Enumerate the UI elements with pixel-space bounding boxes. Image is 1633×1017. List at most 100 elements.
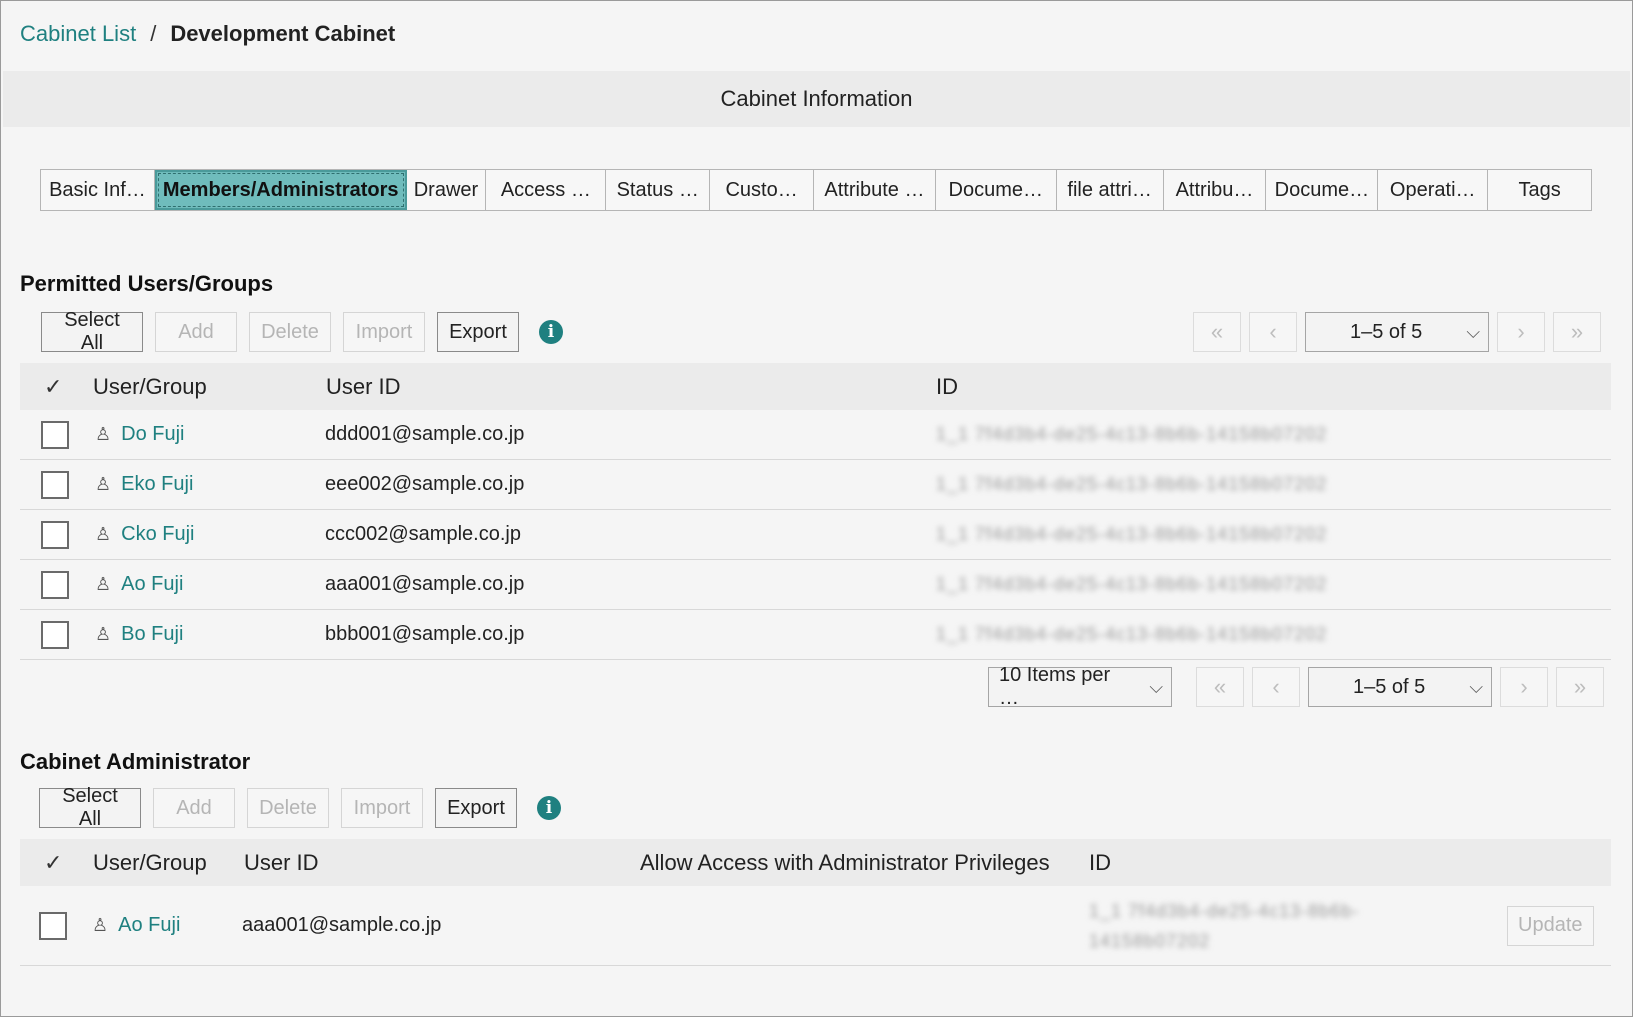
- user-name-link[interactable]: Bo Fuji: [121, 623, 183, 646]
- chevron-down-icon: ⌵: [1469, 676, 1483, 697]
- column-user-id[interactable]: User ID: [244, 850, 319, 876]
- page-range-select[interactable]: 1–5 of 5 ⌵: [1305, 312, 1489, 352]
- items-per-page-label: 10 Items per …: [999, 664, 1111, 709]
- user-icon: ♙: [95, 424, 112, 444]
- items-per-page-select[interactable]: 10 Items per … ⌵: [988, 664, 1172, 709]
- user-name-link[interactable]: Do Fuji: [121, 423, 184, 446]
- row-checkbox[interactable]: [41, 470, 69, 499]
- user-name-link[interactable]: Ao Fuji: [118, 914, 180, 937]
- permitted-users-table: ✓ User/Group User ID ID ♙ Do Fuji ddd001…: [20, 363, 1611, 660]
- breadcrumb: Cabinet List / Development Cabinet: [20, 21, 395, 47]
- double-chevron-left-icon[interactable]: «: [1193, 312, 1241, 352]
- user-icon: ♙: [95, 524, 112, 544]
- double-chevron-right-icon[interactable]: »: [1556, 667, 1604, 707]
- user-id-cell: ddd001@sample.co.jp: [325, 423, 525, 445]
- page-range-select[interactable]: 1–5 of 5 ⌵: [1308, 667, 1492, 707]
- admin-toolbar: Select All Add Delete Import Export i: [39, 785, 561, 830]
- chevron-left-icon[interactable]: ‹: [1252, 667, 1300, 707]
- column-id[interactable]: ID: [936, 374, 958, 400]
- column-user-group[interactable]: User/Group: [93, 850, 207, 876]
- user-id-cell: aaa001@sample.co.jp: [325, 573, 525, 595]
- info-icon[interactable]: i: [539, 320, 563, 344]
- chevron-down-icon: ⌵: [1149, 676, 1163, 697]
- user-icon: ♙: [92, 915, 109, 935]
- user-name-link[interactable]: Cko Fuji: [121, 523, 194, 546]
- row-checkbox[interactable]: [41, 520, 69, 549]
- id-cell: 1_1 7f4d3b4-de25-4c13-8b6b-14158b07202: [936, 474, 1328, 494]
- column-user-group[interactable]: User/Group: [93, 374, 207, 400]
- permitted-users-groups-title: Permitted Users/Groups: [20, 271, 274, 296]
- export-button[interactable]: Export: [437, 312, 519, 352]
- permitted-pager-top: « ‹ 1–5 of 5 ⌵ › »: [1193, 312, 1601, 352]
- table-row: ♙ Cko Fuji ccc002@sample.co.jp 1_1 7f4d3…: [20, 510, 1611, 560]
- chevron-right-icon[interactable]: ›: [1497, 312, 1545, 352]
- page-range-label: 1–5 of 5: [1353, 675, 1426, 698]
- tab-status[interactable]: Status …: [606, 170, 711, 210]
- chevron-right-icon[interactable]: ›: [1500, 667, 1548, 707]
- cabinet-information-title: Cabinet Information: [720, 86, 913, 111]
- tab-attribute[interactable]: Attribute …: [814, 170, 936, 210]
- tab-document-1[interactable]: Docume…: [936, 170, 1057, 210]
- id-cell: 1_1 7f4d3b4-de25-4c13-8b6b-14158b07202: [936, 624, 1328, 644]
- user-name-link[interactable]: Eko Fuji: [121, 473, 193, 496]
- table-header: ✓ User/Group User ID Allow Access with A…: [20, 839, 1611, 886]
- permitted-pager-bottom: 10 Items per … ⌵ « ‹ 1–5 of 5 ⌵ › »: [988, 664, 1604, 709]
- cabinet-information-header: Cabinet Information: [3, 71, 1630, 127]
- row-checkbox[interactable]: [41, 620, 69, 649]
- tab-document-2[interactable]: Docume…: [1266, 170, 1379, 210]
- row-checkbox[interactable]: [41, 570, 69, 599]
- checkmark-icon[interactable]: ✓: [44, 850, 62, 876]
- double-chevron-right-icon[interactable]: »: [1553, 312, 1601, 352]
- update-button[interactable]: Update: [1507, 905, 1594, 946]
- import-button[interactable]: Import: [343, 312, 425, 352]
- tab-members-administrators[interactable]: Members/Administrators: [154, 170, 407, 210]
- tab-basic-info[interactable]: Basic Inf…: [41, 170, 155, 210]
- double-chevron-left-icon[interactable]: «: [1196, 667, 1244, 707]
- tab-attribute-2[interactable]: Attribu…: [1164, 170, 1267, 210]
- id-cell: 1_1 7f4d3b4-de25-4c13-8b6b- 14158b07202: [1089, 896, 1359, 956]
- id-cell: 1_1 7f4d3b4-de25-4c13-8b6b-14158b07202: [936, 424, 1328, 444]
- select-all-button[interactable]: Select All: [41, 309, 143, 354]
- column-user-id[interactable]: User ID: [326, 374, 401, 400]
- tab-file-attribute[interactable]: file attri…: [1057, 170, 1164, 210]
- user-id-cell: ccc002@sample.co.jp: [325, 523, 521, 545]
- import-button[interactable]: Import: [341, 788, 423, 828]
- cabinet-administrator-title: Cabinet Administrator: [20, 749, 251, 774]
- table-row: ♙ Bo Fuji bbb001@sample.co.jp 1_1 7f4d3b…: [20, 610, 1611, 660]
- user-icon: ♙: [95, 474, 112, 494]
- id-cell: 1_1 7f4d3b4-de25-4c13-8b6b-14158b07202: [936, 574, 1328, 594]
- page-range-label: 1–5 of 5: [1350, 320, 1423, 343]
- tab-tags[interactable]: Tags: [1488, 170, 1591, 210]
- delete-button[interactable]: Delete: [247, 788, 329, 828]
- row-checkbox[interactable]: [39, 911, 67, 940]
- id-line-1: 1_1 7f4d3b4-de25-4c13-8b6b-: [1089, 900, 1360, 921]
- user-icon: ♙: [95, 624, 112, 644]
- table-header: ✓ User/Group User ID ID: [20, 363, 1611, 410]
- export-button[interactable]: Export: [435, 788, 517, 828]
- user-id-cell: bbb001@sample.co.jp: [325, 623, 525, 645]
- add-button[interactable]: Add: [155, 312, 237, 352]
- tab-operation[interactable]: Operati…: [1378, 170, 1489, 210]
- user-id-cell: eee002@sample.co.jp: [325, 473, 525, 495]
- tab-drawer[interactable]: Drawer: [407, 170, 487, 210]
- table-row: ♙ Eko Fuji eee002@sample.co.jp 1_1 7f4d3…: [20, 460, 1611, 510]
- column-id[interactable]: ID: [1089, 850, 1111, 876]
- add-button[interactable]: Add: [153, 788, 235, 828]
- chevron-down-icon: ⌵: [1466, 321, 1480, 342]
- table-row: ♙ Ao Fuji aaa001@sample.co.jp 1_1 7f4d3b…: [20, 560, 1611, 610]
- chevron-left-icon[interactable]: ‹: [1249, 312, 1297, 352]
- breadcrumb-cabinet-list-link[interactable]: Cabinet List: [20, 21, 136, 47]
- user-id-cell: aaa001@sample.co.jp: [242, 914, 442, 936]
- select-all-button[interactable]: Select All: [39, 785, 141, 830]
- user-name-link[interactable]: Ao Fuji: [121, 573, 183, 596]
- column-allow-access[interactable]: Allow Access with Administrator Privileg…: [640, 850, 1050, 876]
- id-line-2: 14158b07202: [1089, 930, 1211, 951]
- permitted-toolbar: Select All Add Delete Import Export i: [41, 309, 563, 354]
- tab-access[interactable]: Access …: [486, 170, 607, 210]
- delete-button[interactable]: Delete: [249, 312, 331, 352]
- tab-custom[interactable]: Custo…: [710, 170, 815, 210]
- user-icon: ♙: [95, 574, 112, 594]
- info-icon[interactable]: i: [537, 796, 561, 820]
- checkmark-icon[interactable]: ✓: [44, 374, 62, 400]
- row-checkbox[interactable]: [41, 420, 69, 449]
